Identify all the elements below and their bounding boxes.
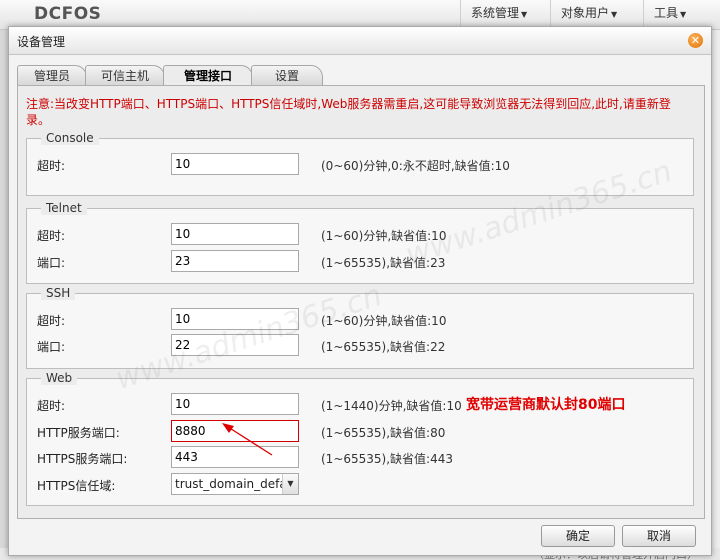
web-timeout-label: 超时:: [37, 399, 66, 413]
restart-notice: 注意:当改变HTTP端口、HTTPS端口、HTTPS信任域时,Web服务器需重启…: [26, 97, 671, 127]
tab-settings[interactable]: 设置: [251, 65, 323, 85]
web-https-port-hint: (1~65535),缺省值:443: [321, 452, 453, 466]
web-legend: Web: [41, 371, 78, 385]
caret-down-icon: ▼: [611, 10, 618, 19]
tab-management-interface[interactable]: 管理接口: [163, 65, 253, 86]
tab-bar: 管理员 可信主机 管理接口 设置: [17, 65, 707, 86]
web-https-trust-row: HTTPS信任域: trust_domain_defau ▼: [37, 473, 687, 495]
console-timeout-hint: (0~60)分钟,0:永不超时,缺省值:10: [321, 159, 510, 173]
tab-administrators[interactable]: 管理员: [17, 65, 87, 85]
telnet-legend: Telnet: [41, 201, 87, 215]
web-http-port-row: HTTP服务端口: (1~65535),缺省值:80: [37, 420, 687, 442]
dialog-title: 设备管理: [17, 35, 66, 49]
web-timeout-input[interactable]: [171, 393, 299, 415]
telnet-port-input[interactable]: [171, 250, 299, 272]
annotation-text: 宽带运营商默认封80端口: [466, 397, 626, 413]
console-timeout-row: 超时: (0~60)分钟,0:永不超时,缺省值:10: [37, 153, 687, 175]
ssh-timeout-label: 超时:: [37, 314, 66, 328]
menu-system-management[interactable]: 系统管理 ▼: [460, 0, 527, 26]
caret-down-icon: ▼: [680, 10, 687, 19]
telnet-port-row: 端口: (1~65535),缺省值:23: [37, 250, 687, 272]
caret-down-icon: ▼: [521, 10, 528, 19]
web-http-port-hint: (1~65535),缺省值:80: [321, 426, 446, 440]
web-https-port-row: HTTPS服务端口: (1~65535),缺省值:443: [37, 446, 687, 468]
ssh-legend: SSH: [41, 286, 76, 300]
web-http-port-label: HTTP服务端口:: [37, 426, 120, 440]
app-logo: DCFOS: [34, 4, 102, 24]
chevron-down-icon[interactable]: ▼: [282, 474, 298, 494]
menu-object-users[interactable]: 对象用户 ▼: [550, 0, 617, 26]
telnet-timeout-label: 超时:: [37, 229, 66, 243]
web-https-trust-select[interactable]: trust_domain_defau ▼: [171, 473, 299, 495]
telnet-timeout-input[interactable]: [171, 223, 299, 245]
dialog-titlebar: 设备管理 ✕: [9, 27, 711, 55]
close-icon[interactable]: ✕: [688, 33, 703, 48]
web-https-trust-label: HTTPS信任域:: [37, 479, 116, 493]
telnet-port-label: 端口:: [37, 256, 66, 270]
web-https-port-label: HTTPS服务端口:: [37, 452, 128, 466]
ssh-port-row: 端口: (1~65535),缺省值:22: [37, 334, 687, 356]
ssh-port-label: 端口:: [37, 340, 66, 354]
console-legend: Console: [41, 131, 99, 145]
console-timeout-label: 超时:: [37, 159, 66, 173]
console-timeout-input[interactable]: [171, 153, 299, 175]
ssh-port-hint: (1~65535),缺省值:22: [321, 340, 446, 354]
menu-tools[interactable]: 工具 ▼: [643, 0, 686, 26]
ok-button[interactable]: 确定: [541, 525, 615, 547]
web-https-port-input[interactable]: [171, 446, 299, 468]
telnet-timeout-row: 超时: (1~60)分钟,缺省值:10: [37, 223, 687, 245]
web-http-port-input[interactable]: [171, 420, 299, 442]
cancel-button[interactable]: 取消: [622, 525, 696, 547]
web-timeout-hint: (1~1440)分钟,缺省值:10: [321, 399, 462, 413]
web-https-trust-value: trust_domain_defau: [175, 477, 295, 491]
tab-trusted-hosts[interactable]: 可信主机: [85, 65, 165, 85]
telnet-group: Telnet 超时: (1~60)分钟,缺省值:10 端口: (1~65535)…: [26, 201, 694, 284]
